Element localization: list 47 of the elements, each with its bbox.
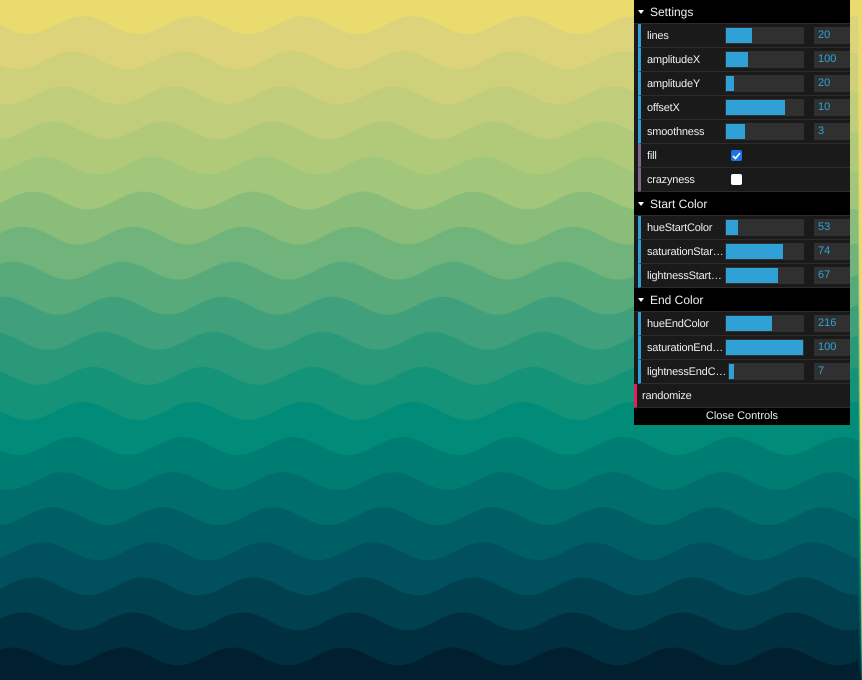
control-label: hueEndColor — [647, 318, 710, 330]
control-label: smoothness — [647, 126, 706, 138]
control-label: lines — [647, 30, 670, 42]
folder-header[interactable]: Start Color — [634, 192, 850, 216]
slider[interactable] — [725, 99, 804, 116]
slider[interactable] — [725, 315, 804, 332]
control-label: hueStartColor — [647, 222, 714, 234]
control-label: amplitudeY — [647, 78, 702, 90]
slider[interactable] — [725, 267, 804, 284]
control-label: lightnessStart… — [647, 270, 723, 282]
control-label: amplitudeX — [647, 54, 702, 66]
slider[interactable] — [725, 219, 804, 236]
caret-icon — [638, 10, 644, 14]
number-field[interactable]: 100 — [814, 51, 850, 68]
control-label: saturationStar… — [647, 246, 724, 258]
caret-icon — [638, 298, 644, 302]
control-label: crazyness — [647, 174, 696, 186]
control-label: fill — [647, 150, 658, 162]
slider[interactable] — [725, 243, 804, 260]
checkbox[interactable] — [731, 150, 742, 161]
slider[interactable] — [725, 75, 804, 92]
number-field[interactable]: 10 — [814, 99, 850, 116]
number-field[interactable]: 7 — [814, 363, 850, 380]
number-field[interactable]: 20 — [814, 27, 850, 44]
slider[interactable] — [725, 51, 804, 68]
folder-title: Start Color — [650, 196, 708, 210]
number-field[interactable]: 53 — [814, 219, 850, 236]
number-field[interactable]: 100 — [814, 339, 850, 356]
control-label: offsetX — [647, 102, 681, 114]
slider[interactable] — [725, 27, 804, 44]
number-field[interactable]: 20 — [814, 75, 850, 92]
randomize-button[interactable]: randomize — [642, 390, 720, 402]
slider[interactable] — [728, 363, 804, 380]
folder-header[interactable]: End Color — [634, 288, 850, 312]
control-label: saturationEnd… — [647, 342, 724, 354]
number-field[interactable]: 216 — [814, 315, 850, 332]
folder-header[interactable]: Settings — [634, 0, 850, 24]
number-field[interactable]: 74 — [814, 243, 850, 260]
folder-title: End Color — [650, 292, 704, 306]
control-label: lightnessEndC… — [647, 366, 728, 378]
number-field[interactable]: 67 — [814, 267, 850, 284]
close-controls-button[interactable]: Close Controls — [634, 408, 850, 425]
slider[interactable] — [725, 123, 804, 140]
folder-title: Settings — [650, 4, 694, 18]
caret-icon — [638, 202, 644, 206]
number-field[interactable]: 3 — [814, 123, 850, 140]
checkbox[interactable] — [731, 174, 742, 185]
